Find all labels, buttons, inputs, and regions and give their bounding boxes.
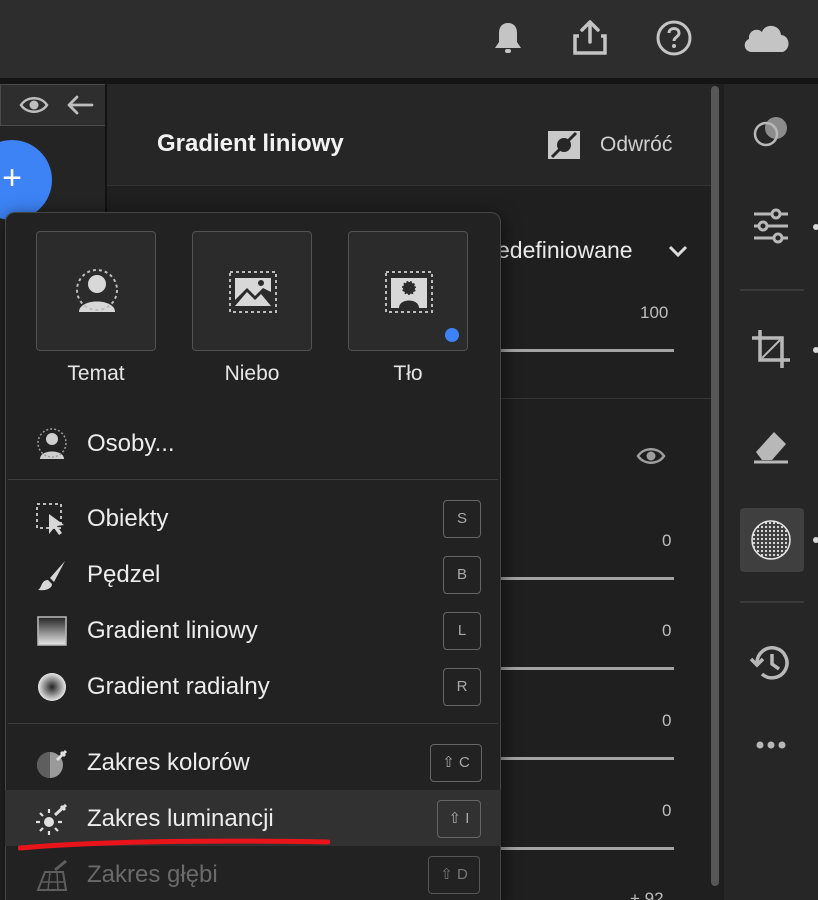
object-select-icon (35, 502, 69, 536)
toolbar-separator (740, 601, 804, 603)
presets-icon[interactable] (748, 108, 794, 154)
amount-slider[interactable] (497, 349, 674, 352)
slider-value-partial: + 92 (630, 889, 664, 900)
more-options-icon[interactable] (748, 722, 794, 768)
tile-sky-label: Niebo (224, 362, 280, 385)
indicator-dot (813, 537, 818, 543)
shortcut-key: B (443, 556, 481, 594)
tile-subject[interactable] (36, 231, 156, 351)
shortcut-key: ⇧ C (430, 744, 482, 782)
subject-icon (76, 269, 118, 312)
background-icon (385, 271, 433, 313)
color-range-icon (35, 746, 69, 780)
menu-item-label: Zakres luminancji (87, 805, 274, 832)
masks-toolbar (0, 84, 106, 126)
adjust-slider[interactable] (497, 667, 674, 670)
chevron-down-icon[interactable] (667, 240, 689, 262)
indicator-dot (813, 347, 818, 353)
menu-item-objects[interactable]: Obiekty S (5, 490, 501, 546)
panel-scrollbar[interactable] (711, 86, 719, 886)
crop-icon[interactable] (748, 326, 794, 372)
menu-item-label: Osoby... (87, 430, 175, 457)
radial-gradient-icon (35, 670, 69, 704)
menu-item-label: Gradient liniowy (87, 617, 258, 644)
slider-value: 0 (662, 621, 672, 640)
masking-icon[interactable] (748, 517, 794, 563)
menu-item-color-range[interactable]: Zakres kolorów ⇧ C (5, 734, 501, 790)
slider-value: 0 (662, 531, 672, 550)
tile-background-label: Tło (393, 362, 423, 385)
menu-item-label: Zakres kolorów (87, 749, 250, 776)
back-arrow-icon[interactable] (65, 93, 95, 117)
toolbar-separator (740, 289, 804, 291)
adjust-slider[interactable] (497, 847, 674, 850)
help-icon[interactable] (654, 18, 694, 58)
menu-item-people[interactable]: Osoby... (5, 415, 501, 471)
cloud-icon[interactable] (740, 18, 792, 58)
indicator-dot (813, 224, 818, 230)
menu-separator (8, 479, 498, 480)
adjust-slider[interactable] (497, 577, 674, 580)
menu-item-linear-gradient[interactable]: Gradient liniowy L (5, 602, 501, 658)
edit-sliders-icon[interactable] (748, 203, 794, 249)
invert-icon[interactable] (546, 129, 582, 161)
panel-title: Gradient liniowy (157, 130, 344, 157)
bell-icon[interactable] (488, 18, 528, 58)
tile-sky[interactable] (192, 231, 312, 351)
share-icon[interactable] (570, 18, 610, 58)
shortcut-key: ⇧ I (437, 800, 481, 838)
menu-item-label: Zakres głębi (87, 861, 218, 888)
linear-gradient-icon (35, 614, 69, 648)
history-icon[interactable] (748, 640, 794, 686)
visibility-eye-icon[interactable] (636, 444, 666, 468)
shortcut-key: S (443, 500, 481, 538)
menu-item-label: Gradient radialny (87, 673, 270, 700)
new-badge-dot (445, 328, 459, 342)
slider-value: 0 (662, 711, 672, 730)
amount-value: 100 (640, 303, 669, 322)
menu-item-label: Obiekty (87, 505, 169, 532)
top-bar (0, 0, 818, 78)
tile-background[interactable] (348, 231, 468, 351)
menu-item-radial-gradient[interactable]: Gradient radialny R (5, 658, 501, 714)
adjust-slider[interactable] (497, 757, 674, 760)
eraser-icon[interactable] (748, 422, 794, 468)
tile-subject-label: Temat (67, 362, 125, 385)
people-icon (35, 427, 69, 461)
menu-separator (8, 723, 498, 724)
eye-icon[interactable] (19, 93, 49, 117)
menu-item-depth-range[interactable]: Zakres głębi ⇧ D (5, 846, 501, 900)
luminance-range-icon (35, 802, 69, 836)
depth-range-icon (35, 858, 69, 892)
brush-icon (35, 558, 69, 592)
shortcut-key: R (443, 668, 481, 706)
preset-dropdown-label[interactable]: edefiniowane (497, 237, 633, 264)
slider-value: 0 (662, 801, 672, 820)
menu-item-brush[interactable]: Pędzel B (5, 546, 501, 602)
shortcut-key: L (443, 612, 481, 650)
shortcut-key: ⇧ D (428, 856, 480, 894)
menu-item-label: Pędzel (87, 561, 161, 588)
sky-icon (229, 271, 277, 313)
annotation-underline (18, 838, 330, 851)
invert-label[interactable]: Odwróć (600, 133, 672, 157)
